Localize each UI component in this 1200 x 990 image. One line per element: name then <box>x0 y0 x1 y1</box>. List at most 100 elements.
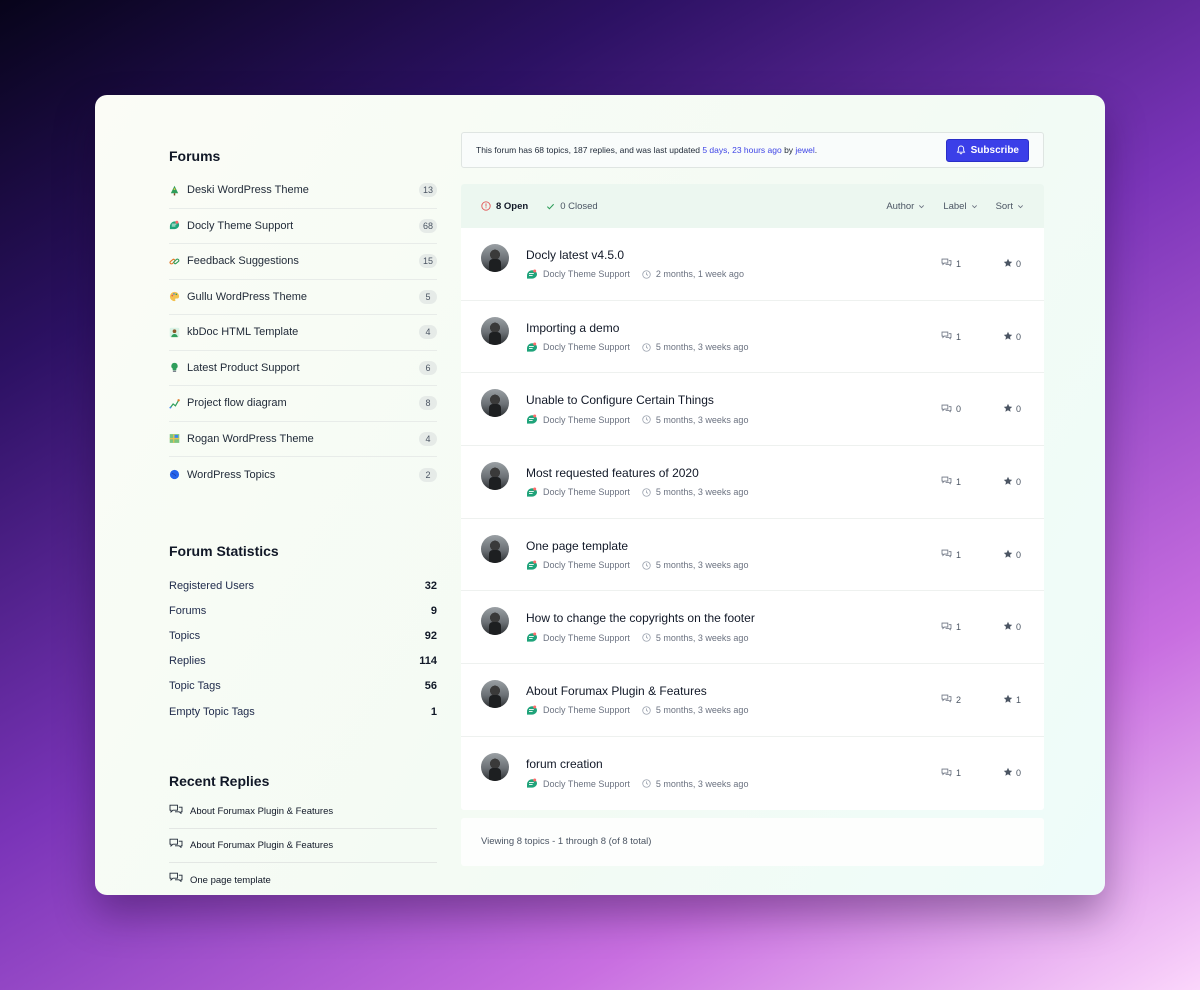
recent-reply-item[interactable]: About Forumax Plugin & Features <box>169 795 437 829</box>
check-icon <box>547 203 555 210</box>
docly-icon <box>526 414 538 425</box>
vote-count[interactable]: 0 <box>1003 549 1021 561</box>
recent-reply-title: About Forumax Plugin & Features <box>190 840 334 851</box>
vote-count[interactable]: 1 <box>1003 694 1021 706</box>
author-dropdown[interactable]: Author <box>886 201 925 212</box>
forum-name: kbDoc HTML Template <box>187 326 299 339</box>
pagination-bar: Viewing 8 topics - 1 through 8 (of 8 tot… <box>461 817 1044 866</box>
topic-forum-link[interactable]: Docly Theme Support <box>543 487 630 497</box>
topic-row: Unable to Configure Certain Things Docly … <box>461 373 1044 447</box>
info-suffix: . <box>814 145 818 155</box>
topic-forum-link[interactable]: Docly Theme Support <box>543 342 630 352</box>
last-updated-link[interactable]: 5 days, 23 hours ago <box>702 145 781 155</box>
avatar[interactable] <box>481 316 509 345</box>
topic-forum-link[interactable]: Docly Theme Support <box>543 779 630 789</box>
author-link[interactable]: jewel <box>795 145 814 155</box>
forum-item[interactable]: WordPress Topics 2 <box>169 457 437 493</box>
topic-forum-link[interactable]: Docly Theme Support <box>543 633 630 643</box>
forum-name: Feedback Suggestions <box>187 255 299 268</box>
recent-reply-item[interactable]: About Forumax Plugin & Features <box>169 829 437 863</box>
topic-forum-link[interactable]: Docly Theme Support <box>543 705 630 715</box>
reply-icon <box>941 694 952 705</box>
docly-icon <box>526 269 538 280</box>
forum-item[interactable]: Rogan WordPress Theme 4 <box>169 422 437 457</box>
docly-icon <box>526 342 538 353</box>
sort-dropdown[interactable]: Sort <box>996 201 1024 212</box>
sort-dropdown-label: Sort <box>995 200 1013 212</box>
reply-count-value: 1 <box>956 331 962 342</box>
topics-header: 8 Open 0 Closed Author Label Sort <box>461 184 1044 228</box>
reply-count: 1 <box>941 768 961 779</box>
avatar[interactable] <box>481 753 509 782</box>
topic-list: Docly latest v4.5.0 Docly Theme Support 2 … <box>461 228 1044 810</box>
stat-row: Forums 9 <box>169 598 437 623</box>
forum-item[interactable]: Latest Product Support 6 <box>169 351 437 386</box>
vote-count[interactable]: 0 <box>1003 476 1021 488</box>
topic-meta: Docly Theme Support 5 months, 3 weeks ago <box>526 342 1024 353</box>
forum-item[interactable]: Feedback Suggestions 15 <box>169 244 437 280</box>
stat-row: Replies 114 <box>169 649 437 674</box>
vote-count-value: 0 <box>1016 258 1022 269</box>
reply-icon <box>941 331 952 342</box>
forum-item[interactable]: Deski WordPress Theme 13 <box>169 173 437 209</box>
reply-icon <box>941 404 952 415</box>
star-icon <box>1003 694 1013 706</box>
vote-count[interactable]: 0 <box>1003 621 1021 633</box>
topic-row: forum creation Docly Theme Support 5 month… <box>461 737 1044 810</box>
avatar[interactable] <box>481 243 509 272</box>
avatar[interactable] <box>481 607 509 636</box>
avatar[interactable] <box>481 389 509 418</box>
topic-row: Importing a demo Docly Theme Support 5 mon… <box>461 301 1044 374</box>
topics-main: This forum has 68 topics, 187 replies, a… <box>461 132 1044 866</box>
vote-count-value: 0 <box>1016 476 1022 487</box>
reply-count-value: 2 <box>956 694 962 705</box>
stat-row: Registered Users 32 <box>169 573 437 598</box>
forum-item[interactable]: Project flow diagram 8 <box>169 386 437 422</box>
topic-meta: Docly Theme Support 5 months, 3 weeks ago <box>526 705 1024 716</box>
reply-count: 1 <box>941 258 961 269</box>
avatar[interactable] <box>481 534 509 563</box>
docly-icon <box>526 487 538 498</box>
forum-topic-count: 13 <box>418 183 437 198</box>
closed-count: 0 Closed <box>560 200 598 212</box>
bulb-icon <box>169 362 180 373</box>
topic-forum-link[interactable]: Docly Theme Support <box>543 415 630 425</box>
recent-widget-title: Recent Replies <box>169 773 270 789</box>
avatar[interactable] <box>481 679 509 708</box>
clock-icon <box>642 560 651 570</box>
forum-item[interactable]: Docly Theme Support 68 <box>169 209 437 244</box>
vote-count[interactable]: 0 <box>1003 331 1021 343</box>
forum-item[interactable]: kbDoc HTML Template 4 <box>169 315 437 351</box>
stat-label: Forums <box>169 604 207 617</box>
stat-label: Topic Tags <box>169 680 221 693</box>
topic-row: About Forumax Plugin & Features Docly The… <box>461 664 1044 737</box>
topics-box: 8 Open 0 Closed Author Label Sort Docly … <box>461 184 1044 810</box>
subscribe-button[interactable]: Subscribe <box>945 138 1029 162</box>
forum-item[interactable]: Gullu WordPress Theme 5 <box>169 280 437 315</box>
vote-count[interactable]: 0 <box>1003 403 1021 415</box>
closed-filter-tab[interactable]: 0 Closed <box>546 201 598 212</box>
vote-count[interactable]: 0 <box>1003 767 1021 779</box>
stat-value: 32 <box>424 579 437 592</box>
forum-name: Deski WordPress Theme <box>187 184 309 197</box>
vote-count-value: 1 <box>1016 694 1022 705</box>
author-dropdown-label: Author <box>886 200 915 212</box>
reply-count: 1 <box>941 476 961 487</box>
forum-name: Gullu WordPress Theme <box>187 290 308 303</box>
graph-icon <box>169 398 180 409</box>
topic-forum-link[interactable]: Docly Theme Support <box>543 269 630 279</box>
label-dropdown[interactable]: Label <box>943 201 977 212</box>
clock-icon <box>642 633 651 642</box>
star-icon <box>1003 258 1013 270</box>
avatar[interactable] <box>481 461 509 490</box>
vote-count[interactable]: 0 <box>1003 258 1021 270</box>
clock-icon <box>642 415 651 424</box>
forum-info-text: This forum has 68 topics, 187 replies, a… <box>476 145 817 155</box>
stat-value: 56 <box>424 680 437 693</box>
reply-count-value: 1 <box>956 768 962 779</box>
recent-reply-item[interactable]: One page template <box>169 863 437 895</box>
open-count: 8 Open <box>496 200 529 212</box>
forum-topic-count: 15 <box>418 254 437 269</box>
open-filter-tab[interactable]: 8 Open <box>481 201 528 212</box>
topic-forum-link[interactable]: Docly Theme Support <box>543 560 630 570</box>
